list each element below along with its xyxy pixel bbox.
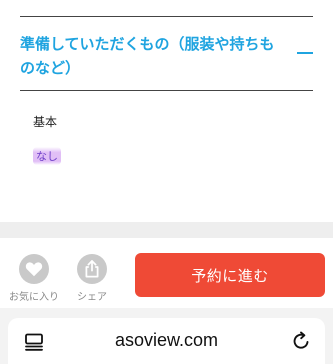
main-content: 準備していただくもの（服装や持ちものなど） 基本 なし	[0, 0, 333, 222]
browser-toolbar: asoview.com	[0, 308, 333, 364]
url-text[interactable]: asoview.com	[8, 330, 325, 351]
action-bar: お気に入り シェア 予約に進む	[0, 238, 333, 308]
divider-bottom	[20, 90, 313, 91]
section-header[interactable]: 準備していただくもの（服装や持ちものなど）	[20, 32, 313, 80]
favorite-circle	[19, 254, 49, 284]
reload-icon[interactable]	[291, 331, 311, 355]
section-separator	[0, 222, 333, 238]
item-label: 基本	[33, 115, 58, 129]
share-label: シェア	[77, 292, 107, 303]
favorite-label: お気に入り	[9, 292, 59, 303]
divider-top	[20, 16, 313, 17]
favorite-button[interactable]: お気に入り	[8, 254, 60, 303]
section-title: 準備していただくもの（服装や持ちものなど）	[20, 35, 275, 77]
address-bar[interactable]: asoview.com	[8, 318, 325, 364]
share-button[interactable]: シェア	[66, 254, 118, 303]
item-value: なし	[33, 147, 61, 165]
reserve-button[interactable]: 予約に進む	[135, 253, 325, 297]
collapse-icon[interactable]	[297, 52, 313, 54]
heart-icon	[25, 262, 43, 277]
share-circle	[77, 254, 107, 284]
share-icon	[85, 260, 99, 278]
item-value-wrap: なし	[33, 145, 61, 165]
